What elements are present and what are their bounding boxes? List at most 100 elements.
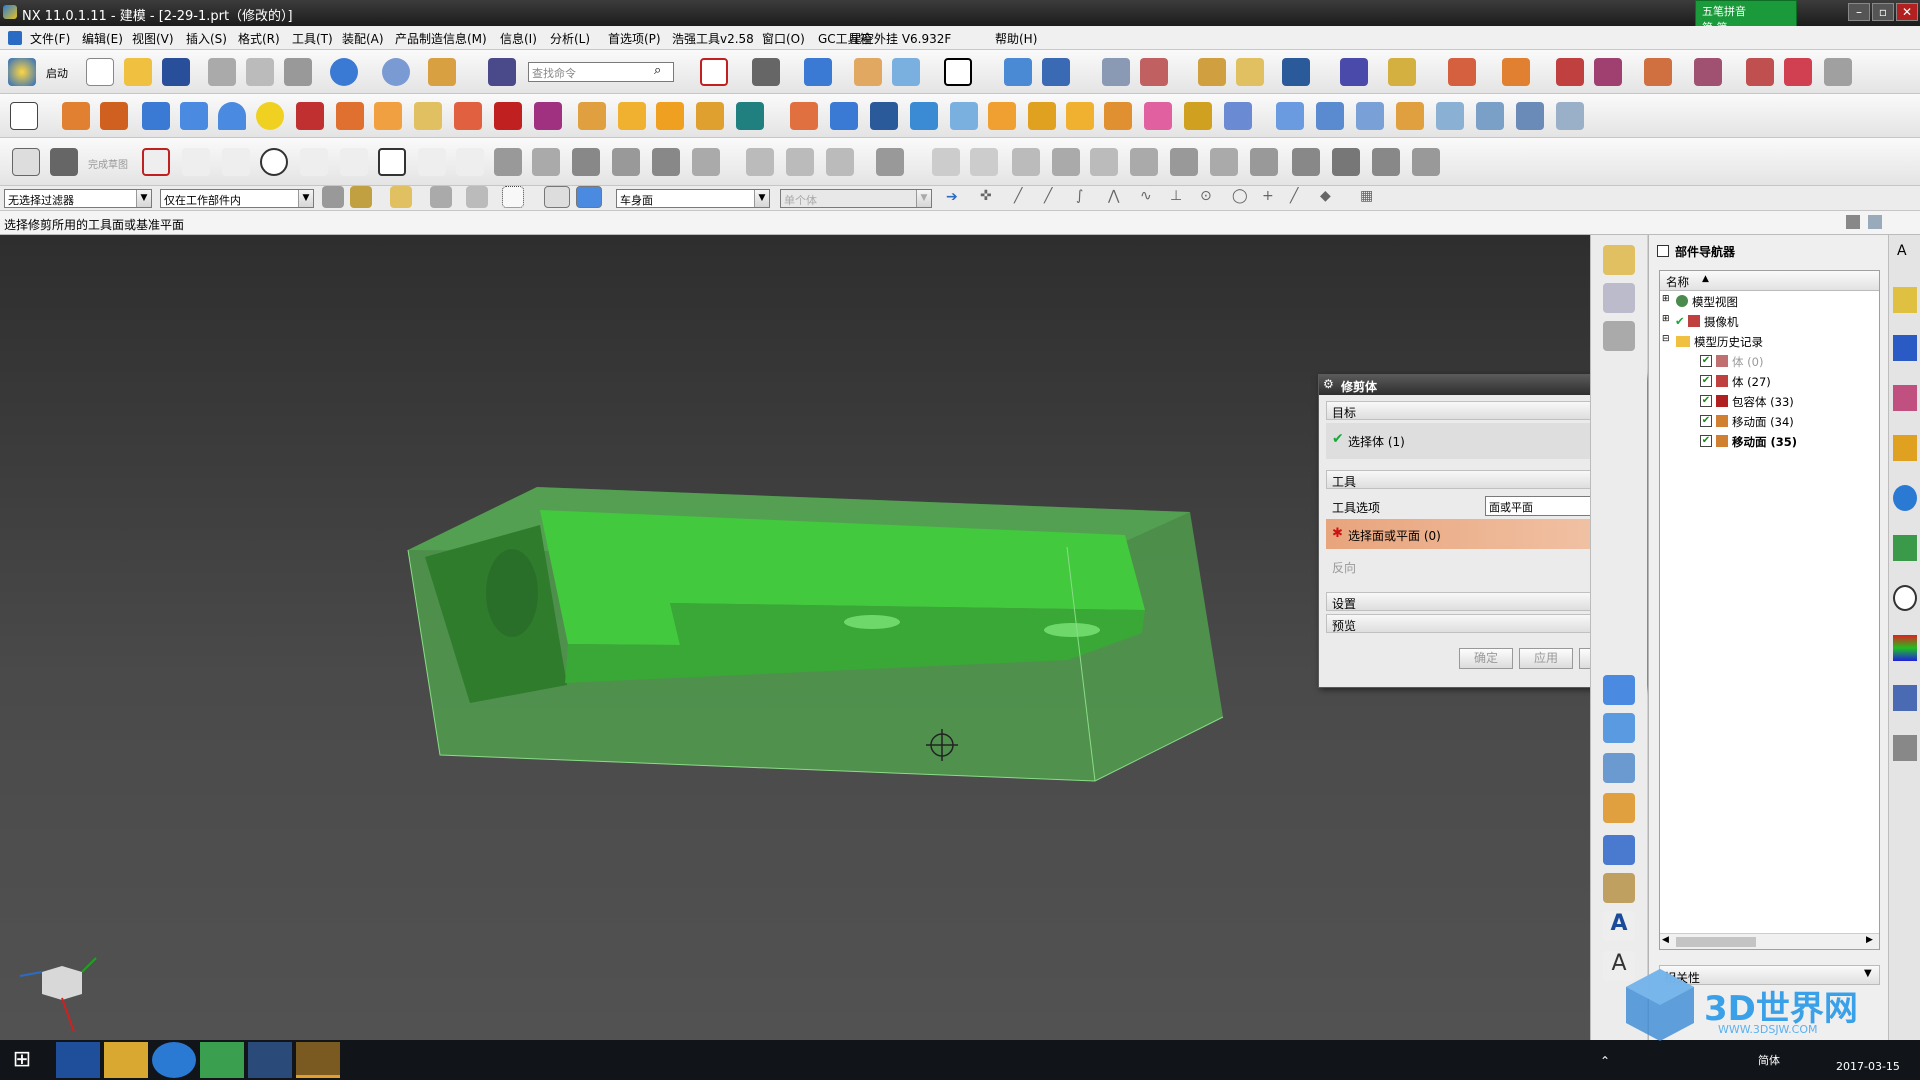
- point-icon[interactable]: [1340, 58, 1368, 86]
- linear-dimension-icon[interactable]: [932, 148, 960, 176]
- assembly-icon[interactable]: [1603, 675, 1635, 705]
- feature-checkbox[interactable]: ✔: [1700, 435, 1712, 447]
- select-all-icon[interactable]: [350, 186, 372, 208]
- menu-analysis[interactable]: 分析(L): [550, 30, 590, 47]
- perpendicular-icon[interactable]: [786, 148, 814, 176]
- filter-settings-icon[interactable]: [322, 186, 344, 208]
- sketch-settings-icon[interactable]: [1332, 148, 1360, 176]
- chevron-down-icon[interactable]: ▼: [1864, 968, 1872, 979]
- extract-geometry-icon[interactable]: [988, 102, 1016, 130]
- paste-icon[interactable]: [284, 58, 312, 86]
- drafting-icon[interactable]: [1603, 753, 1635, 783]
- offset-face-icon[interactable]: [494, 102, 522, 130]
- view-section-icon[interactable]: [1042, 58, 1070, 86]
- scroll-right-icon[interactable]: ▶: [1866, 935, 1873, 945]
- thicken-icon[interactable]: [950, 102, 978, 130]
- status-toggle-icon[interactable]: [1868, 215, 1882, 229]
- scroll-thumb[interactable]: [1676, 937, 1756, 947]
- angular-dimension-icon[interactable]: [1012, 148, 1040, 176]
- redo-icon[interactable]: [382, 58, 410, 86]
- work-layer-icon[interactable]: [854, 58, 882, 86]
- horizontal-scrollbar[interactable]: ◀ ▶: [1660, 933, 1879, 949]
- distance-icon[interactable]: [1388, 58, 1416, 86]
- snap-on-curve-icon[interactable]: ╱: [1290, 188, 1298, 204]
- type-filter-select[interactable]: 无选择过滤器 ▼: [4, 189, 152, 208]
- fillet-icon[interactable]: [300, 148, 328, 176]
- nx-taskbar-icon[interactable]: [248, 1042, 292, 1078]
- chevron-down-icon[interactable]: ▼: [136, 190, 151, 207]
- repeat-command-icon[interactable]: [428, 58, 456, 86]
- face-select-icon[interactable]: [544, 186, 570, 208]
- gear-icon[interactable]: ⚙: [1323, 377, 1334, 391]
- subtract-icon[interactable]: [736, 102, 764, 130]
- make-corner-icon[interactable]: [572, 148, 600, 176]
- expand-icon[interactable]: ⊞: [1662, 294, 1670, 304]
- assembly-navigator-tab-icon[interactable]: [1893, 335, 1917, 361]
- mirror-curve-icon[interactable]: [692, 148, 720, 176]
- boss-icon[interactable]: [336, 102, 364, 130]
- delete-body-icon[interactable]: [1184, 102, 1212, 130]
- wcs-icon[interactable]: [892, 58, 920, 86]
- ok-button[interactable]: 确定: [1459, 648, 1513, 669]
- maximize-button[interactable]: ▫: [1872, 3, 1894, 21]
- chevron-down-icon[interactable]: ▼: [916, 190, 931, 207]
- navigator-checkbox[interactable]: [1657, 245, 1669, 257]
- tree-item-feature[interactable]: ✔ 移动面 (34): [1660, 411, 1879, 431]
- pattern-face-icon[interactable]: [1784, 58, 1812, 86]
- constraint-navigator-tab-icon[interactable]: [1893, 385, 1917, 411]
- system-materials-tab-icon[interactable]: [1893, 635, 1917, 661]
- datum-icon[interactable]: [1603, 245, 1635, 275]
- component-icon[interactable]: [1502, 58, 1530, 86]
- information-icon[interactable]: [488, 58, 516, 86]
- open-folder-icon[interactable]: [124, 58, 152, 86]
- process-studio-tab-icon[interactable]: [1893, 685, 1917, 711]
- active-taskbar-app-icon[interactable]: [296, 1042, 340, 1078]
- show-constraints-icon[interactable]: [1130, 148, 1158, 176]
- menu-format[interactable]: 格式(R): [238, 30, 280, 47]
- convert-reference-icon[interactable]: [1210, 148, 1238, 176]
- body-select-icon[interactable]: [576, 186, 602, 208]
- chamfer-icon[interactable]: [656, 102, 684, 130]
- constraint-icon[interactable]: [1140, 58, 1168, 86]
- windows-start-icon[interactable]: ⊞: [0, 1042, 44, 1078]
- draft-icon[interactable]: [578, 102, 606, 130]
- revolve-icon[interactable]: [100, 102, 128, 130]
- menu-xingkong-plugin[interactable]: 星空外挂 V6.932F: [850, 30, 951, 47]
- through-curves-icon[interactable]: [1276, 102, 1304, 130]
- deselect-icon[interactable]: [430, 186, 452, 208]
- snap-quadrant-icon[interactable]: ◯: [1232, 188, 1248, 204]
- reuse-library-tab-icon[interactable]: [1893, 435, 1917, 461]
- menu-information[interactable]: 信息(I): [500, 30, 537, 47]
- undo-icon[interactable]: [330, 58, 358, 86]
- sketch-icon[interactable]: [10, 102, 38, 130]
- feature-checkbox[interactable]: ✔: [1700, 395, 1712, 407]
- menu-view[interactable]: 视图(V): [132, 30, 174, 47]
- assembly-navigator-icon[interactable]: [1102, 58, 1130, 86]
- profile-icon[interactable]: [142, 148, 170, 176]
- finish-sketch-label[interactable]: 完成草图: [88, 156, 128, 171]
- part-navigator-tab-icon[interactable]: [1893, 287, 1917, 313]
- curve-selection-icon[interactable]: [466, 186, 488, 208]
- save-icon[interactable]: [162, 58, 190, 86]
- text-icon[interactable]: A: [1603, 911, 1635, 941]
- tree-item-feature[interactable]: ✔ 包容体 (33): [1660, 391, 1879, 411]
- reattach-icon[interactable]: [1372, 148, 1400, 176]
- block-icon[interactable]: [142, 102, 170, 130]
- measure-icon[interactable]: [1198, 58, 1226, 86]
- menu-pmi[interactable]: 产品制造信息(M): [395, 30, 487, 47]
- analysis-icon[interactable]: [1236, 58, 1264, 86]
- motion-icon[interactable]: [1282, 58, 1310, 86]
- cut-icon[interactable]: [208, 58, 236, 86]
- browser-icon[interactable]: [152, 1042, 196, 1078]
- tree-item-cameras[interactable]: ⊞ ✔ 摄像机: [1660, 311, 1879, 331]
- search-icon[interactable]: ⌕: [654, 63, 661, 78]
- parallel-icon[interactable]: [826, 148, 854, 176]
- close-window-button[interactable]: ✕: [1896, 3, 1918, 21]
- menu-file[interactable]: 文件(F): [30, 30, 70, 47]
- swept-icon[interactable]: [1356, 102, 1384, 130]
- cylinder-icon[interactable]: [180, 102, 208, 130]
- snap-endpoint-icon[interactable]: ✜: [980, 188, 992, 204]
- tray-up-arrow-icon[interactable]: ⌃: [1600, 1054, 1610, 1068]
- component-pattern-icon[interactable]: [1603, 713, 1635, 743]
- file-explorer-icon[interactable]: [104, 1042, 148, 1078]
